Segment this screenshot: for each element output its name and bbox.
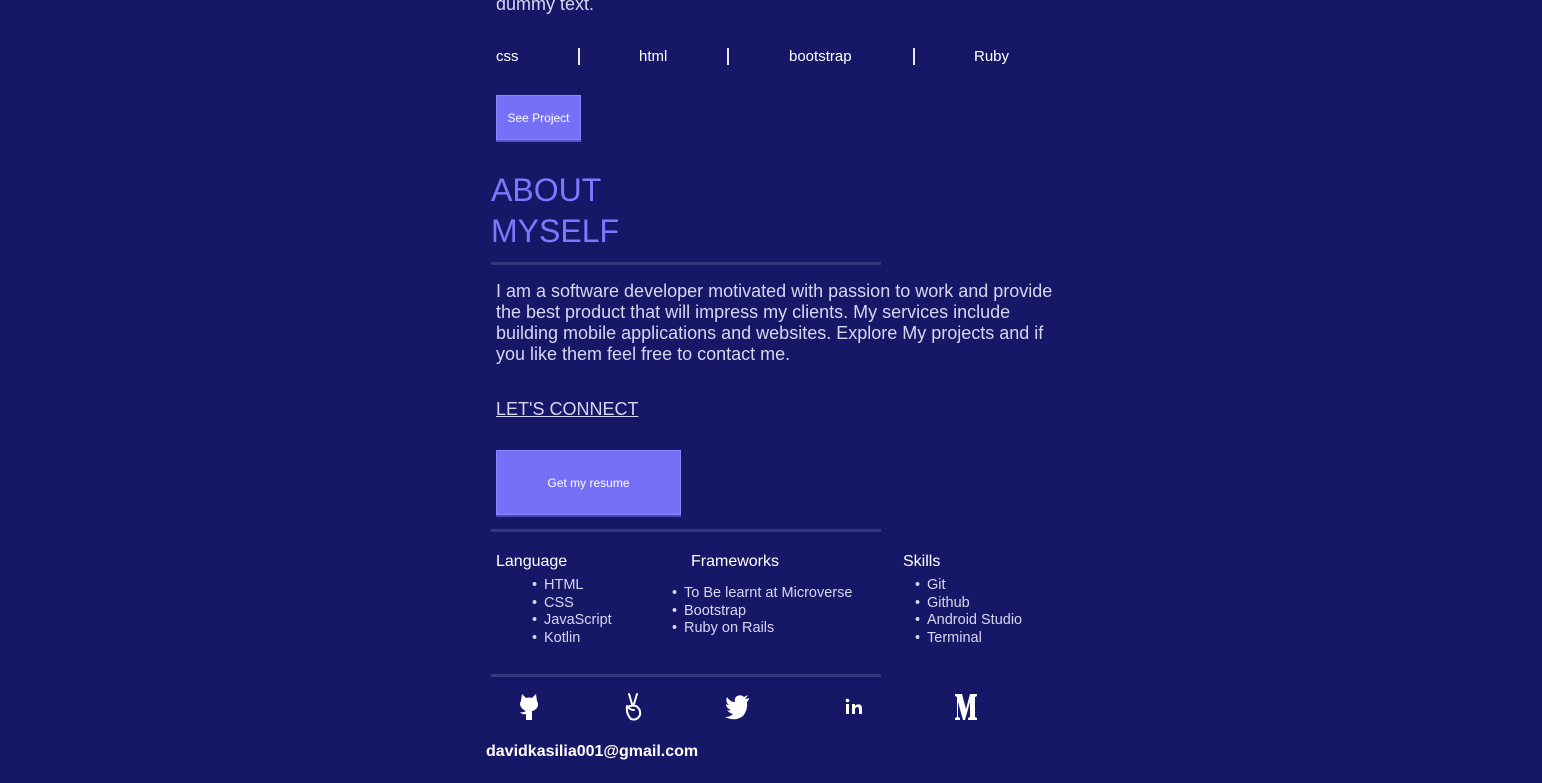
divider [491,529,881,532]
frameworks-title: Frameworks [691,553,780,570]
project-tags: css html bootstrap Ruby [496,48,1056,68]
tag-divider [727,48,729,65]
list-item: HTML [532,577,612,595]
about-heading: ABOUT MYSELF [491,170,619,252]
medium-icon[interactable] [950,690,982,724]
list-item: Github [915,595,1022,613]
divider [491,674,881,677]
tag-divider [578,48,580,65]
about-heading-line1: ABOUT [491,172,602,208]
language-title: Language [496,553,568,570]
tag-bootstrap: bootstrap [789,48,852,65]
language-list: HTML CSS JavaScript Kotlin [532,577,612,647]
intro-text-tail: dummy text. [496,0,595,14]
frameworks-list: To Be learnt at Microverse Bootstrap Rub… [672,585,852,638]
about-paragraph: I am a software developer motivated with… [496,281,1053,364]
tag-css: css [496,48,519,65]
list-item: Ruby on Rails [672,620,852,638]
list-item: JavaScript [532,612,612,630]
github-icon[interactable] [513,690,545,724]
about-heading-line2: MYSELF [491,213,620,249]
angellist-icon[interactable] [617,690,649,724]
get-resume-button[interactable]: Get my resume [496,450,681,515]
list-item: Android Studio [915,612,1022,630]
twitter-icon[interactable] [722,690,754,724]
tag-divider [913,48,915,65]
list-item: Git [915,577,1022,595]
contact-email[interactable]: davidkasilia001@gmail.com [486,743,698,761]
list-item: Kotlin [532,630,612,648]
list-item: To Be learnt at Microverse [672,585,852,603]
linkedin-icon[interactable] [838,690,870,724]
divider [491,262,881,265]
list-item: Terminal [915,630,1022,648]
list-item: CSS [532,595,612,613]
tag-html: html [639,48,668,65]
skills-title: Skills [903,553,941,570]
tag-ruby: Ruby [974,48,1010,65]
see-project-button[interactable]: See Project [496,95,581,140]
lets-connect-link[interactable]: LET'S CONNECT [496,399,638,420]
skills-list: Git Github Android Studio Terminal [915,577,1022,647]
list-item: Bootstrap [672,603,852,621]
